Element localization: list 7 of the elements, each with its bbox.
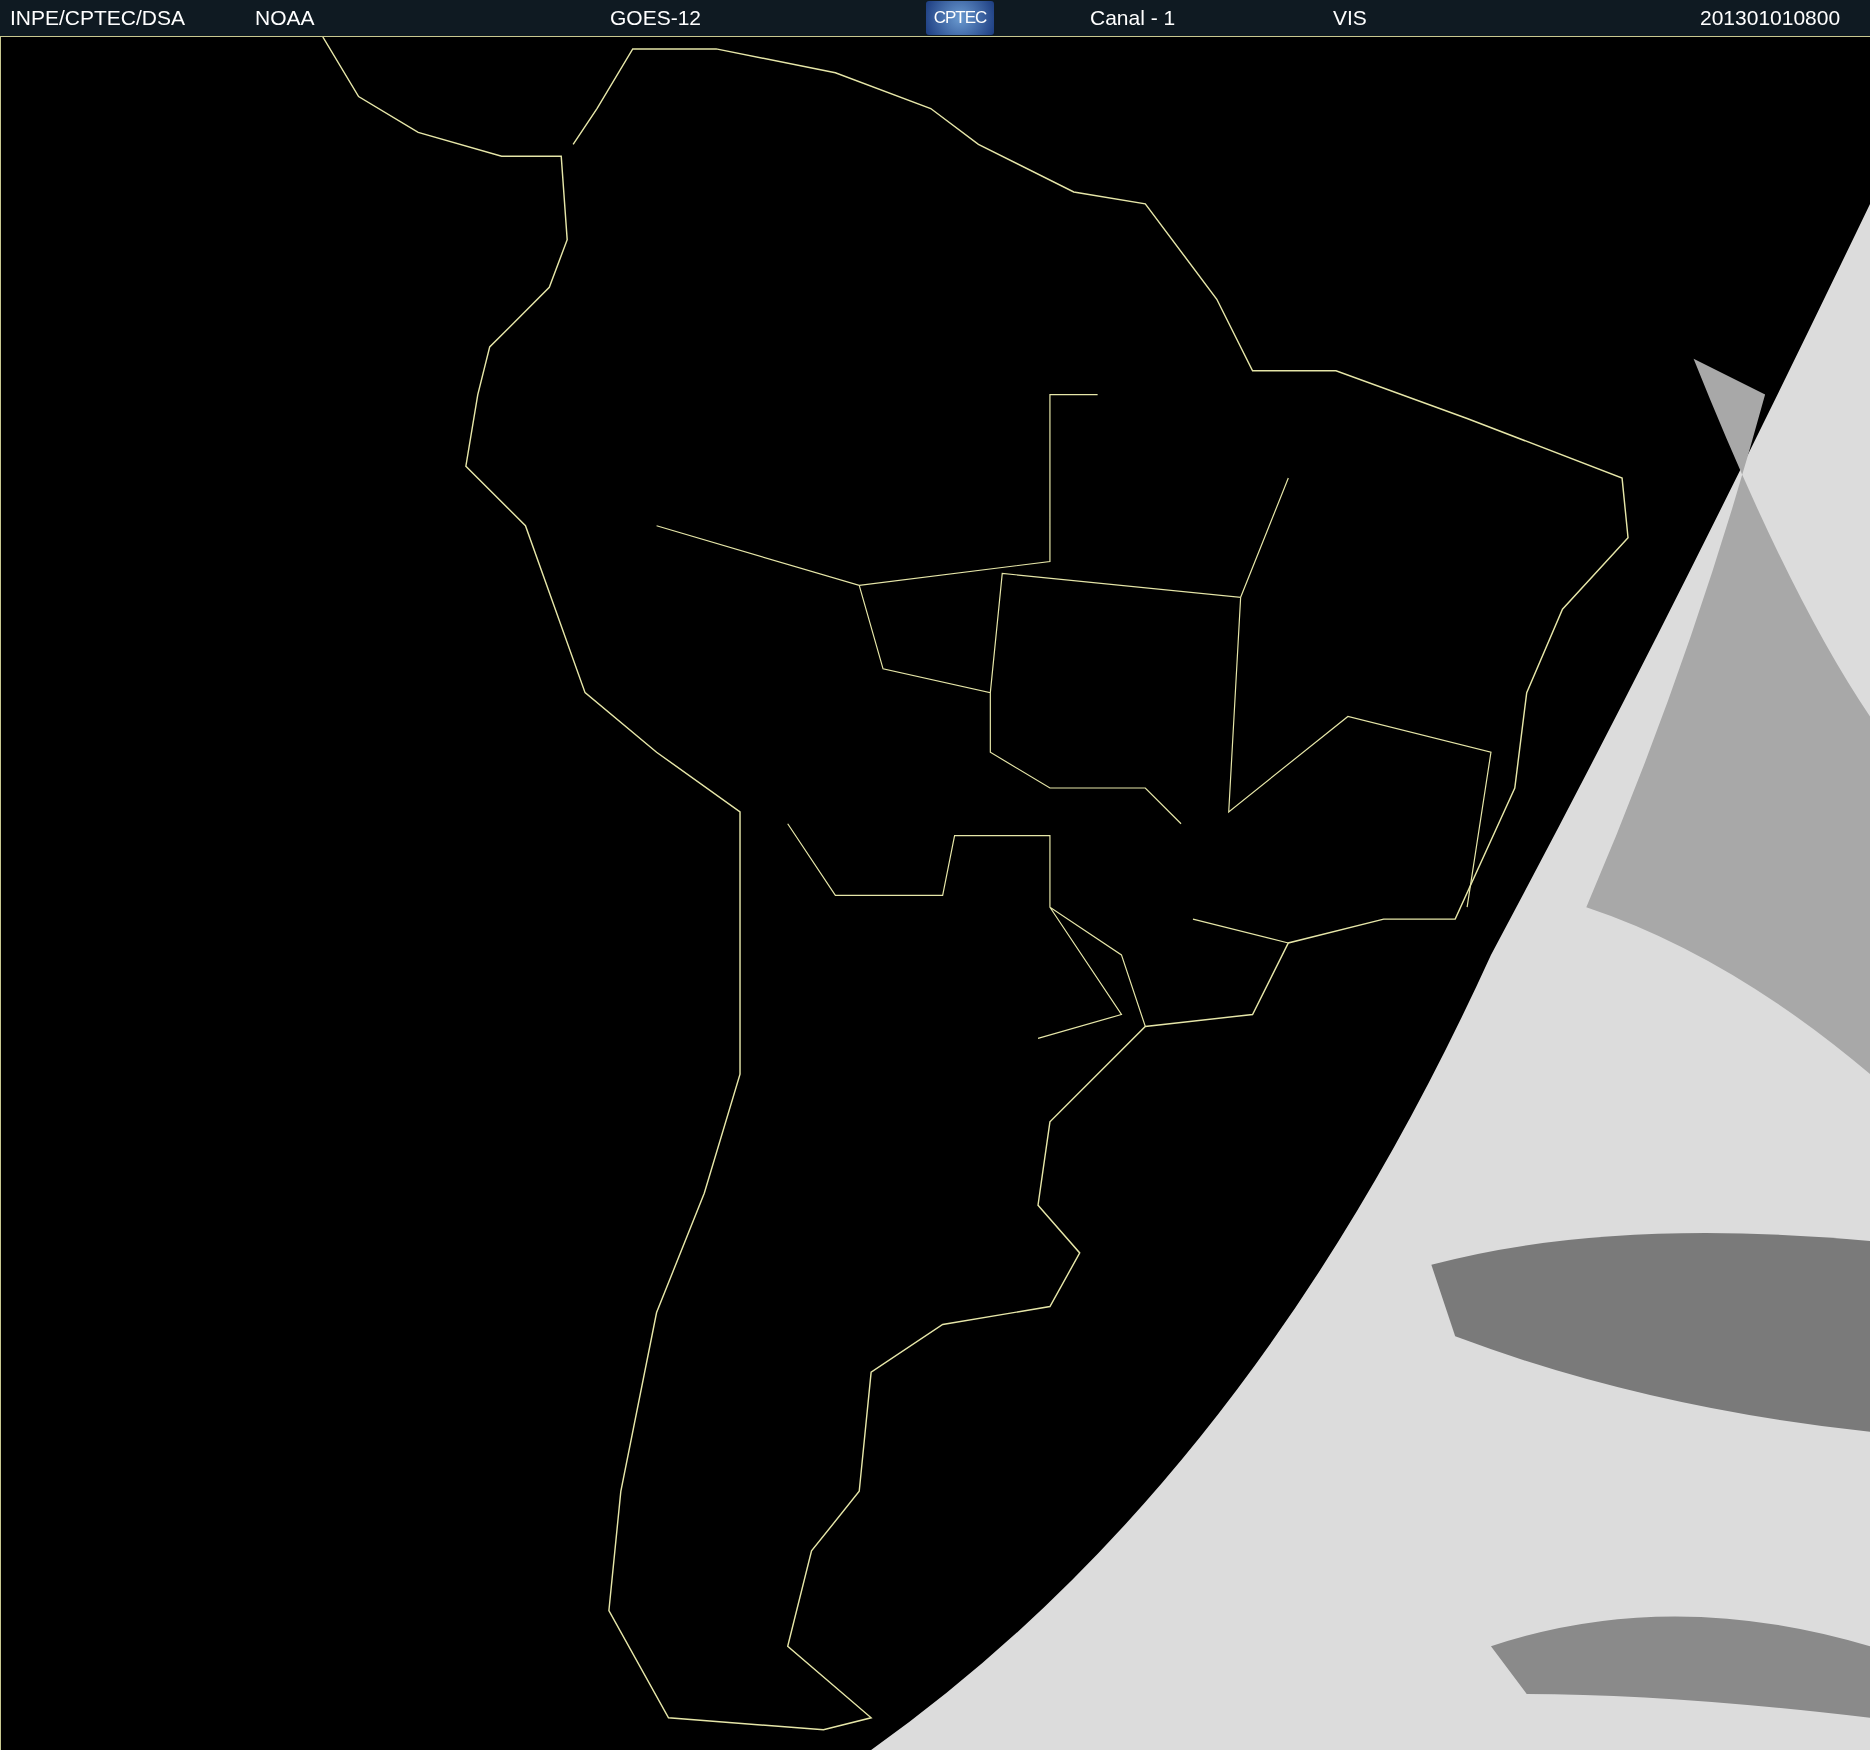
header-label: Canal - 1 — [1090, 6, 1176, 30]
header-label: 201301010800 — [1700, 6, 1841, 30]
header-label: NOAA — [255, 6, 315, 30]
logo: CPTEC — [926, 1, 994, 35]
header-label: GOES-12 — [610, 6, 702, 30]
header-label: INPE/CPTEC/DSA — [10, 6, 186, 30]
header-label: VIS — [1333, 6, 1367, 30]
